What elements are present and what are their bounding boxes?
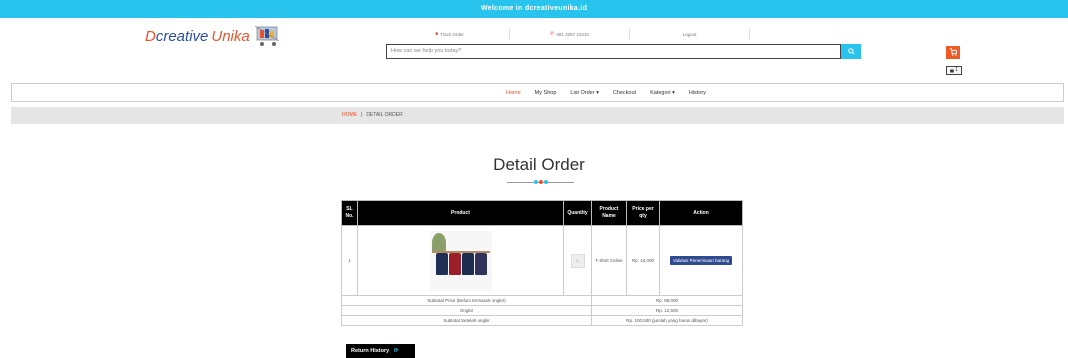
main-navbar: Home My Shop List Order ▾ Checkout Kateg… [11,83,1064,102]
product-image-cell [357,225,564,296]
return-history-label: Return History [351,348,390,354]
nav-kategori[interactable]: Kategori ▾ [650,90,675,96]
logo-cart-icon [254,25,284,47]
logo-creative: creative [155,27,209,45]
summary-row-total: Subtotal Setelah ongkir Rp. 100,500 (jum… [341,315,743,326]
track-order-link[interactable]: ■ Track Order [390,29,510,39]
breadcrumb-separator: | [361,112,363,118]
breadcrumb-current: DETAIL ORDER [366,112,403,118]
row-action: Validasi Penerimaan barang [659,225,743,296]
nav-my-shop[interactable]: My Shop [535,90,557,96]
table-header-row: SL No. Product Quantity Product Name Pri… [341,200,743,226]
subtotal-value: Rp. 88,000 [591,295,743,306]
truck-icon: ■ [435,31,439,37]
refresh-icon: ⟳ [393,348,399,354]
header-quantity: Quantity [563,200,592,226]
cart-button[interactable] [946,46,960,59]
cart-count-badge[interactable]: ▄ 1 [946,66,962,75]
nav-checkout[interactable]: Checkout [613,90,636,96]
ongkir-label: Ongkir [341,305,592,316]
search-icon [847,48,855,55]
site-logo[interactable]: Dcreative Unika [145,25,284,47]
search-button[interactable] [841,44,861,59]
search-placeholder: How can we help you today? [391,48,462,54]
shopping-cart-icon [949,48,958,56]
nav-home[interactable]: Home [506,90,521,96]
breadcrumb-home[interactable]: HOME [342,112,357,118]
summary-row-subtotal: Subtotal Price (Belum termasuk ongkir) R… [341,295,743,306]
breadcrumb: HOME | DETAIL ORDER [342,107,403,124]
total-label: Subtotal Setelah ongkir [341,315,592,326]
row-price: Rp. 44,000 [626,225,660,296]
header-action: Action [659,200,743,226]
validate-receipt-button[interactable]: Validasi Penerimaan barang [669,256,733,265]
nav-list-order[interactable]: List Order ▾ [570,90,598,96]
total-value: Rp. 100,500 (jumlah yang harus dibayar) [591,315,743,326]
phone-link[interactable]: ✆ 081 3257 23410 [510,29,630,39]
top-links: ■ Track Order ✆ 081 3257 23410 Logout [390,29,750,39]
logout-link[interactable]: Logout [630,29,750,39]
logo-letter-d: D [145,27,156,45]
welcome-text: Welcome in dcreativeunika.id [480,5,588,12]
welcome-bar: Welcome in dcreativeunika.id [0,0,1068,18]
row-quantity: 2 [563,225,592,296]
breadcrumb-bar: HOME | DETAIL ORDER [11,107,1064,124]
logo-unika: Unika [211,27,250,45]
phone-icon: ✆ [550,31,555,37]
ongkir-value: Rp. 12,500 [591,305,743,316]
row-sl: 1 [341,225,358,296]
cart-count-value: 1 [955,67,958,73]
search-input[interactable]: How can we help you today? [386,44,841,59]
title-divider [507,180,574,184]
logout-label: Logout [682,31,697,37]
header-sl: SL No. [341,200,358,226]
header-price: Price per qty [626,200,660,226]
header-product-name: Product Name [591,200,627,226]
order-table: SL No. Product Quantity Product Name Pri… [341,200,743,326]
page-title: Detail Order [493,155,585,174]
phone-number: 081 3257 23410 [556,31,589,37]
return-history-button[interactable]: Return History ⟳ [346,344,415,358]
basket-icon: ▄ [950,67,954,73]
row-product-name: T-Shirt Celine [591,225,627,296]
nav-history[interactable]: History [689,90,706,96]
header-product: Product [357,200,564,226]
product-image[interactable] [429,230,492,291]
table-row: 1 2 T-Shirt Celine Rp. 44,000 Validasi P… [341,225,743,296]
subtotal-label: Subtotal Price (Belum termasuk ongkir) [341,295,592,306]
track-order-label: Track Order [440,31,464,37]
quantity-box: 2 [570,253,585,268]
summary-row-ongkir: Ongkir Rp. 12,500 [341,305,743,316]
